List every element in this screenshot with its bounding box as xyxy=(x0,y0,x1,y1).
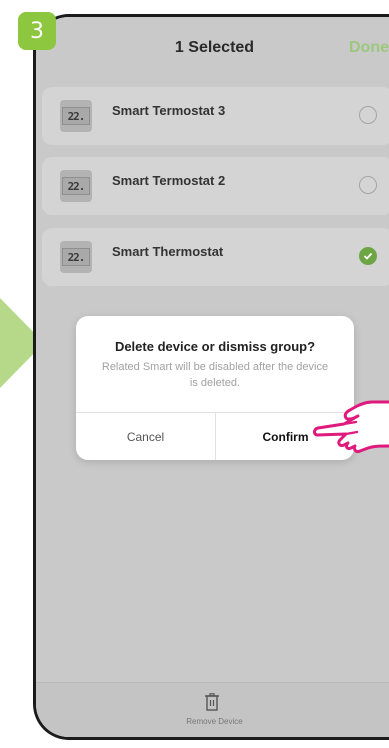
selection-header: 1 Selected Done xyxy=(36,17,389,79)
device-list-item[interactable]: 22. Smart Thermostat xyxy=(42,228,389,286)
device-name: Smart Thermostat xyxy=(112,244,224,259)
dialog-message: Related Smart will be disabled after the… xyxy=(101,361,329,389)
thermostat-icon: 22. xyxy=(60,100,92,132)
done-button[interactable]: Done xyxy=(349,39,389,57)
device-name: Smart Termostat 3 xyxy=(112,103,226,118)
checkmark-icon xyxy=(363,252,373,260)
trash-icon[interactable] xyxy=(204,693,220,711)
remove-device-label[interactable]: Remove Device xyxy=(36,717,389,726)
dialog-title: Delete device or dismiss group? xyxy=(114,339,316,354)
thermostat-icon: 22. xyxy=(60,170,92,202)
selected-count-title: 1 Selected xyxy=(174,39,255,56)
step-number-badge: 3 xyxy=(18,12,56,50)
device-name: Smart Termostat 2 xyxy=(112,173,226,188)
device-list-item[interactable]: 22. Smart Termostat 2 xyxy=(42,157,389,215)
select-radio[interactable] xyxy=(359,176,377,194)
select-radio[interactable] xyxy=(359,106,377,124)
thermostat-icon: 22. xyxy=(60,241,92,273)
selected-radio[interactable] xyxy=(359,247,377,265)
pointing-hand-icon xyxy=(313,400,389,453)
cancel-button[interactable]: Cancel xyxy=(76,413,215,460)
bottom-action-bar: Remove Device xyxy=(36,682,389,737)
device-list-item[interactable]: 22. Smart Termostat 3 xyxy=(42,87,389,145)
